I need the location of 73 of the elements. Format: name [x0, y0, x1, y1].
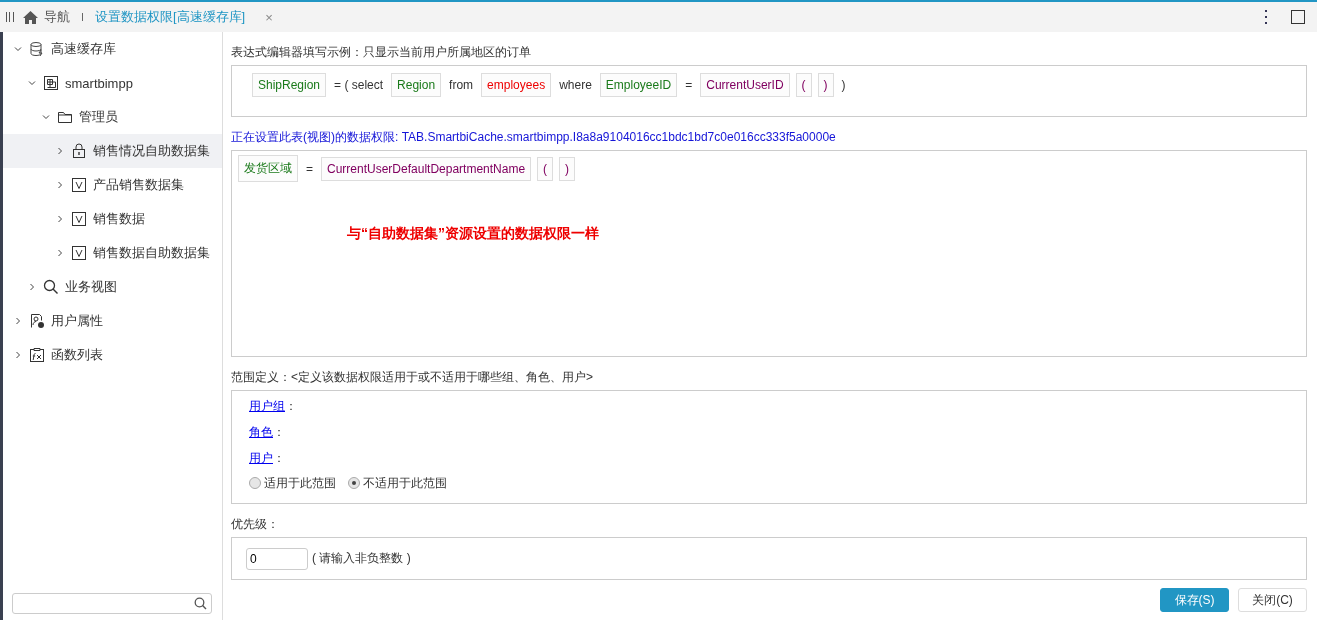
expression-text: = — [684, 77, 694, 94]
colon-text: ： — [285, 398, 297, 416]
expression-text: ) — [840, 77, 847, 94]
radio-button[interactable] — [249, 477, 261, 490]
expression-text: where — [558, 77, 593, 94]
search-icon — [43, 279, 59, 295]
chevron-right-icon — [55, 248, 65, 258]
section-label: 优先级： — [231, 516, 280, 534]
view-icon — [71, 177, 87, 193]
tab[interactable]: 导航 — [22, 8, 70, 26]
expression-token: ( — [537, 156, 554, 181]
close-button[interactable]: 关闭(C) — [1238, 588, 1307, 612]
section-label: 表达式编辑器填写示例：只显示当前用户所属地区的订单 — [231, 44, 532, 61]
folder-icon — [57, 109, 73, 125]
chevron-down-icon — [27, 78, 37, 88]
tree-item[interactable]: 管理员 — [3, 100, 222, 134]
tree-item[interactable]: 销售数据 — [3, 202, 222, 236]
tree-item[interactable]: 销售数据自助数据集 — [3, 236, 222, 270]
annotation-text: 与“自助数据集”资源设置的数据权限一样 — [347, 225, 599, 244]
editor-label: 正在设置此表(视图)的数据权限: TAB.SmartbiCache.smartbimpp.I8a8a9104016cc1bdc1bd7c0e016cc333f5a0000e — [231, 129, 837, 147]
expression-text: = ( select — [333, 77, 385, 94]
expression-editor[interactable]: 发货区域 = CurrentUserDefaultDepartmentName ( ) 与“自助数据集”资源设置的数据权限一样 — [231, 150, 1307, 357]
expression-token: 发货区域 — [238, 155, 298, 183]
radio-button[interactable] — [348, 477, 360, 490]
radio-label: 不适用于此范围 — [363, 474, 447, 492]
chevron-right-icon — [55, 146, 65, 156]
expression-token: ) — [559, 156, 576, 181]
database-icon — [29, 41, 45, 57]
view-icon — [71, 245, 87, 261]
expression-token: ShipRegion — [252, 73, 327, 97]
scope-link[interactable]: 用户组 — [249, 398, 285, 416]
expression-token: CurrentUserDefaultDepartmentName — [321, 156, 532, 181]
scope-link[interactable]: 角色 — [249, 424, 273, 442]
tree-item[interactable]: 高速缓存库 — [3, 32, 222, 66]
tree-item[interactable]: 函数列表 — [3, 338, 222, 372]
more-icon[interactable] — [1265, 10, 1269, 24]
grip-icon[interactable] — [6, 12, 14, 22]
tree-item[interactable]: 产品销售数据集 — [3, 168, 222, 202]
hint-text: ( 请输入非负整数 ) — [312, 550, 411, 568]
lock-icon — [71, 143, 87, 159]
expression-text: from — [448, 77, 475, 94]
table-icon — [43, 75, 59, 91]
chevron-right-icon — [27, 282, 37, 292]
chevron-right-icon — [55, 180, 65, 190]
chevron-right-icon — [13, 316, 23, 326]
expression-token: Region — [391, 73, 442, 97]
tree-item[interactable]: smartbimpp — [3, 66, 222, 100]
colon-text: ： — [273, 424, 285, 442]
expression-text: = — [305, 160, 314, 178]
tree-item[interactable]: 用户属性 — [3, 304, 222, 338]
expression-token: ( — [795, 73, 812, 97]
expression-token: ) — [817, 73, 834, 97]
tree-item[interactable]: 销售情况自助数据集 — [3, 134, 222, 168]
expression-token: employees — [481, 73, 552, 97]
chevron-right-icon — [13, 350, 23, 360]
maximize-icon[interactable] — [1291, 10, 1305, 24]
expression-token: CurrentUserID — [700, 73, 790, 97]
priority-input[interactable]: 0 — [246, 547, 308, 570]
section-label: 范围定义：<定义该数据权限适用于或不适用于哪些组、角色、用户> — [231, 368, 594, 386]
expression-token: EmployeeID — [599, 73, 678, 97]
radio-label: 适用于此范围 — [264, 474, 336, 492]
tree-item[interactable]: 业务视图 — [3, 270, 222, 304]
scope-link[interactable]: 用户 — [249, 450, 273, 468]
home-icon — [22, 9, 39, 25]
colon-text: ： — [273, 450, 285, 468]
chevron-down-icon — [41, 112, 51, 122]
search-icon — [194, 597, 207, 610]
chevron-down-icon — [13, 44, 23, 54]
search-field[interactable] — [12, 593, 212, 614]
user-attribute-icon — [29, 313, 45, 329]
function-icon — [29, 347, 45, 363]
view-icon — [71, 211, 87, 227]
chevron-right-icon — [55, 214, 65, 224]
